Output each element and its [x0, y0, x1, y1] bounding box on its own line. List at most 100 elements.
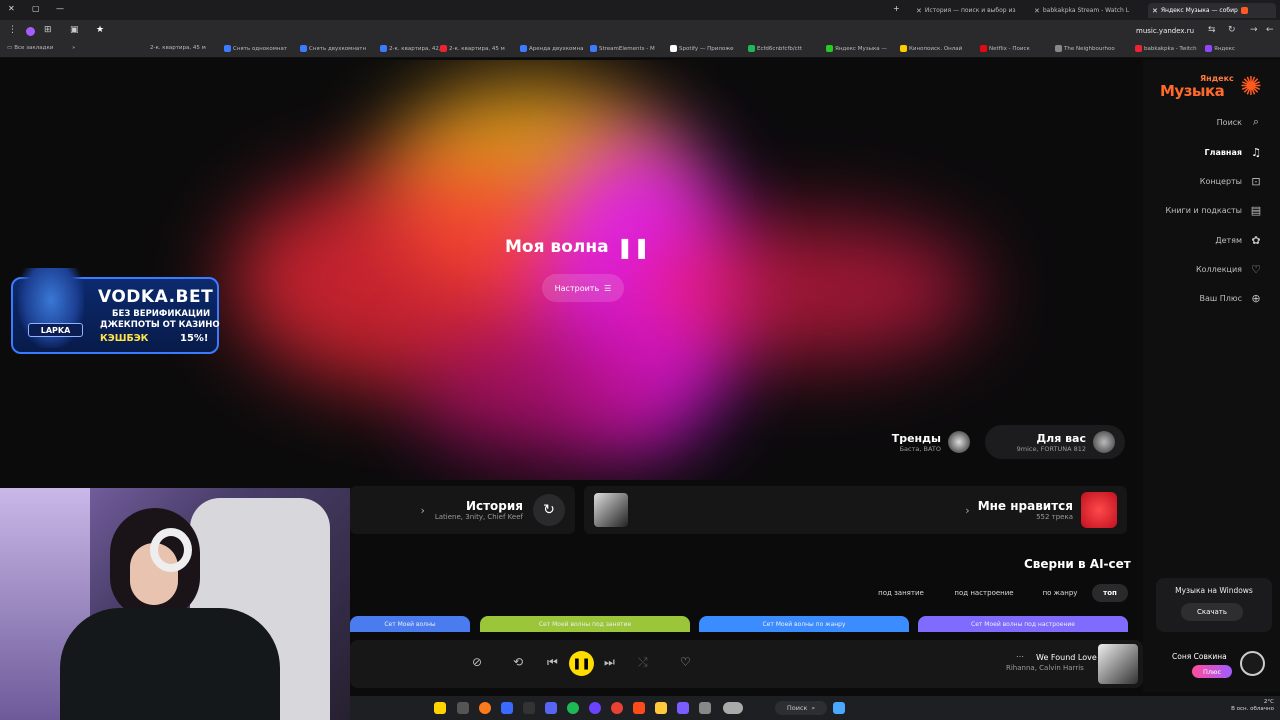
sidebar-item-plus[interactable]: Ваш Плюс ⊕: [1150, 288, 1262, 308]
filter-genre[interactable]: по жанру: [1030, 584, 1090, 602]
taskbar-app-icon[interactable]: [633, 702, 645, 714]
sidebar-item-books[interactable]: Книги и подкасты ▤: [1150, 200, 1262, 220]
sidebar-item-kids[interactable]: Детям ✿: [1150, 230, 1262, 250]
dislike-icon[interactable]: ⊘: [472, 655, 482, 669]
user-name[interactable]: Соня Совкина: [1172, 652, 1227, 661]
tune-wave-button[interactable]: Настроить ☰: [542, 274, 624, 302]
bookmark-item[interactable]: Аренда двухкомна: [520, 45, 584, 52]
sidebar-item-home[interactable]: Главная ♫: [1150, 142, 1262, 162]
logo-icon: ✺: [1240, 72, 1262, 102]
address-bar: [0, 20, 1280, 42]
set-card[interactable]: Сет Моей волны под настроение: [918, 616, 1128, 632]
spotify-icon[interactable]: [567, 702, 579, 714]
filter-top[interactable]: топ: [1092, 584, 1128, 602]
sidebar-item-search[interactable]: Поиск ⌕: [1150, 112, 1262, 132]
bookmark-item[interactable]: The Neighbourhoo: [1055, 45, 1115, 52]
more-icon[interactable]: ⋯: [1016, 652, 1024, 661]
discord-icon[interactable]: [545, 702, 557, 714]
chrome-icon[interactable]: [611, 702, 623, 714]
new-tab-icon[interactable]: +: [893, 4, 900, 13]
card-cover: [594, 493, 628, 527]
shuffle-icon[interactable]: ⤭: [638, 655, 648, 670]
bookmark-item[interactable]: Кинопоиск. Онлай: [900, 45, 962, 52]
profile-icon[interactable]: [26, 27, 35, 36]
taskbar-app-icon[interactable]: [457, 702, 469, 714]
set-card[interactable]: Сет Моей волны под занятие: [480, 616, 690, 632]
url-field[interactable]: music.yandex.ru: [1136, 24, 1218, 38]
pause-icon[interactable]: ❚❚: [617, 235, 651, 259]
minimize-icon[interactable]: —: [56, 4, 64, 13]
search-icon: ⌕: [811, 703, 816, 712]
taskbar-app-icon[interactable]: [589, 702, 601, 714]
browser-tab-active[interactable]: ✕ Яндекс Музыка — собир: [1148, 3, 1276, 18]
download-button[interactable]: Скачать: [1181, 603, 1243, 621]
logo-music[interactable]: Музыка: [1160, 82, 1225, 100]
play-pause-button[interactable]: ❚❚: [569, 651, 594, 676]
filter-activity[interactable]: под занятие: [866, 584, 936, 602]
history-card[interactable]: › История Latiene, 3nity, Chief Keef ↻: [350, 486, 575, 534]
taskbar-app-icon[interactable]: [434, 702, 446, 714]
sidepanel-icon[interactable]: ▣: [70, 25, 79, 35]
bookmark-item[interactable]: 2-к. квартира, 45 м: [440, 45, 505, 52]
bookmark-item[interactable]: babkakpka - Twitch: [1135, 45, 1197, 52]
bookmark-item[interactable]: Снять двухкомнатн: [300, 45, 366, 52]
bookmark-item[interactable]: Яндекс Музыка —: [826, 45, 887, 52]
taskbar-app-icon[interactable]: [501, 702, 513, 714]
maximize-icon[interactable]: ▢: [32, 4, 40, 13]
browser-tab[interactable]: ✕ История — поиск и выбор из: [912, 3, 1020, 18]
avatar[interactable]: [1240, 651, 1265, 676]
taskbar-app-icon[interactable]: [479, 702, 491, 714]
bookmarks-overflow-icon[interactable]: »: [72, 45, 75, 51]
start-icon[interactable]: [833, 702, 845, 714]
search-icon: ⌕: [1252, 115, 1260, 128]
sidebar-item-collection[interactable]: Коллекция ♡: [1150, 259, 1262, 279]
headphones-icon: [150, 528, 192, 572]
bookmark-item[interactable]: Spotify — Приложе: [670, 45, 734, 52]
repeat-icon[interactable]: ⟲: [513, 655, 523, 669]
filter-mood[interactable]: под настроение: [940, 584, 1028, 602]
plus-badge[interactable]: Плюс: [1192, 665, 1232, 678]
menu-icon[interactable]: ⋮: [8, 25, 17, 35]
for-you-chip[interactable]: Для вас 9mice, FORTUNA 812: [985, 425, 1125, 459]
next-icon[interactable]: ⏭: [604, 655, 615, 670]
ticket-icon: ⊡: [1251, 174, 1261, 188]
reload-icon[interactable]: ↻: [1228, 25, 1236, 35]
set-card[interactable]: Сет Моей волны по жанру: [699, 616, 909, 632]
set-card[interactable]: Сет Моей волны: [350, 616, 470, 632]
my-wave-hero: [0, 60, 1143, 480]
explorer-icon[interactable]: [655, 702, 667, 714]
bookmark-all[interactable]: ▭ Все закладки: [7, 45, 53, 51]
chip-cover: [1093, 431, 1115, 453]
bookmark-item[interactable]: Ecfd6cnbfcfb/ctt: [748, 45, 802, 52]
taskbar-app-icon[interactable]: [677, 702, 689, 714]
bookmark-star-icon[interactable]: ★: [96, 25, 104, 35]
bookmark-item[interactable]: Netflix - Поиск: [980, 45, 1030, 52]
weather-widget[interactable]: 2°C В осн. облачно: [1230, 699, 1274, 713]
browser-tab[interactable]: ✕ babkakpka Stream - Watch L: [1030, 3, 1146, 18]
taskbar-search[interactable]: Поиск ⌕: [775, 701, 827, 715]
bookmark-item[interactable]: StreamElements - M: [590, 45, 655, 52]
previous-icon[interactable]: ⏮: [547, 655, 558, 670]
kids-icon: ✿: [1251, 233, 1261, 247]
taskbar-app-icon[interactable]: [523, 702, 535, 714]
bookmark-item[interactable]: Снять однокомнат: [224, 45, 287, 52]
like-icon[interactable]: ♡: [680, 655, 691, 669]
track-title[interactable]: We Found Love: [1036, 653, 1097, 662]
plus-icon: ⊕: [1251, 291, 1261, 305]
taskbar-app-icon[interactable]: [699, 702, 711, 714]
site-settings-icon[interactable]: ⇆: [1208, 25, 1216, 35]
back-icon[interactable]: ←: [1266, 25, 1274, 35]
trends-chip[interactable]: Тренды Баста, BATO: [870, 425, 980, 459]
bookmark-item[interactable]: 2-к. квартира, 42,9: [380, 45, 444, 52]
bookmark-item[interactable]: 2-к. квартира, 45 м: [150, 45, 206, 51]
extension-icon[interactable]: ⊞: [44, 25, 52, 35]
close-window-icon[interactable]: ✕: [8, 4, 15, 13]
sidebar-item-concerts[interactable]: Концерты ⊡: [1150, 171, 1262, 191]
bookmark-item[interactable]: Яндекс: [1205, 45, 1235, 52]
track-artist[interactable]: Rihanna, Calvin Harris: [1006, 664, 1084, 672]
liked-tracks-card[interactable]: › Мне нравится 552 трека: [584, 486, 1127, 534]
widgets-icon[interactable]: [723, 702, 743, 714]
forward-icon[interactable]: →: [1250, 25, 1258, 35]
headphones-icon: ♫: [1251, 145, 1261, 159]
my-wave-title[interactable]: Моя волна ❚❚: [505, 233, 655, 261]
